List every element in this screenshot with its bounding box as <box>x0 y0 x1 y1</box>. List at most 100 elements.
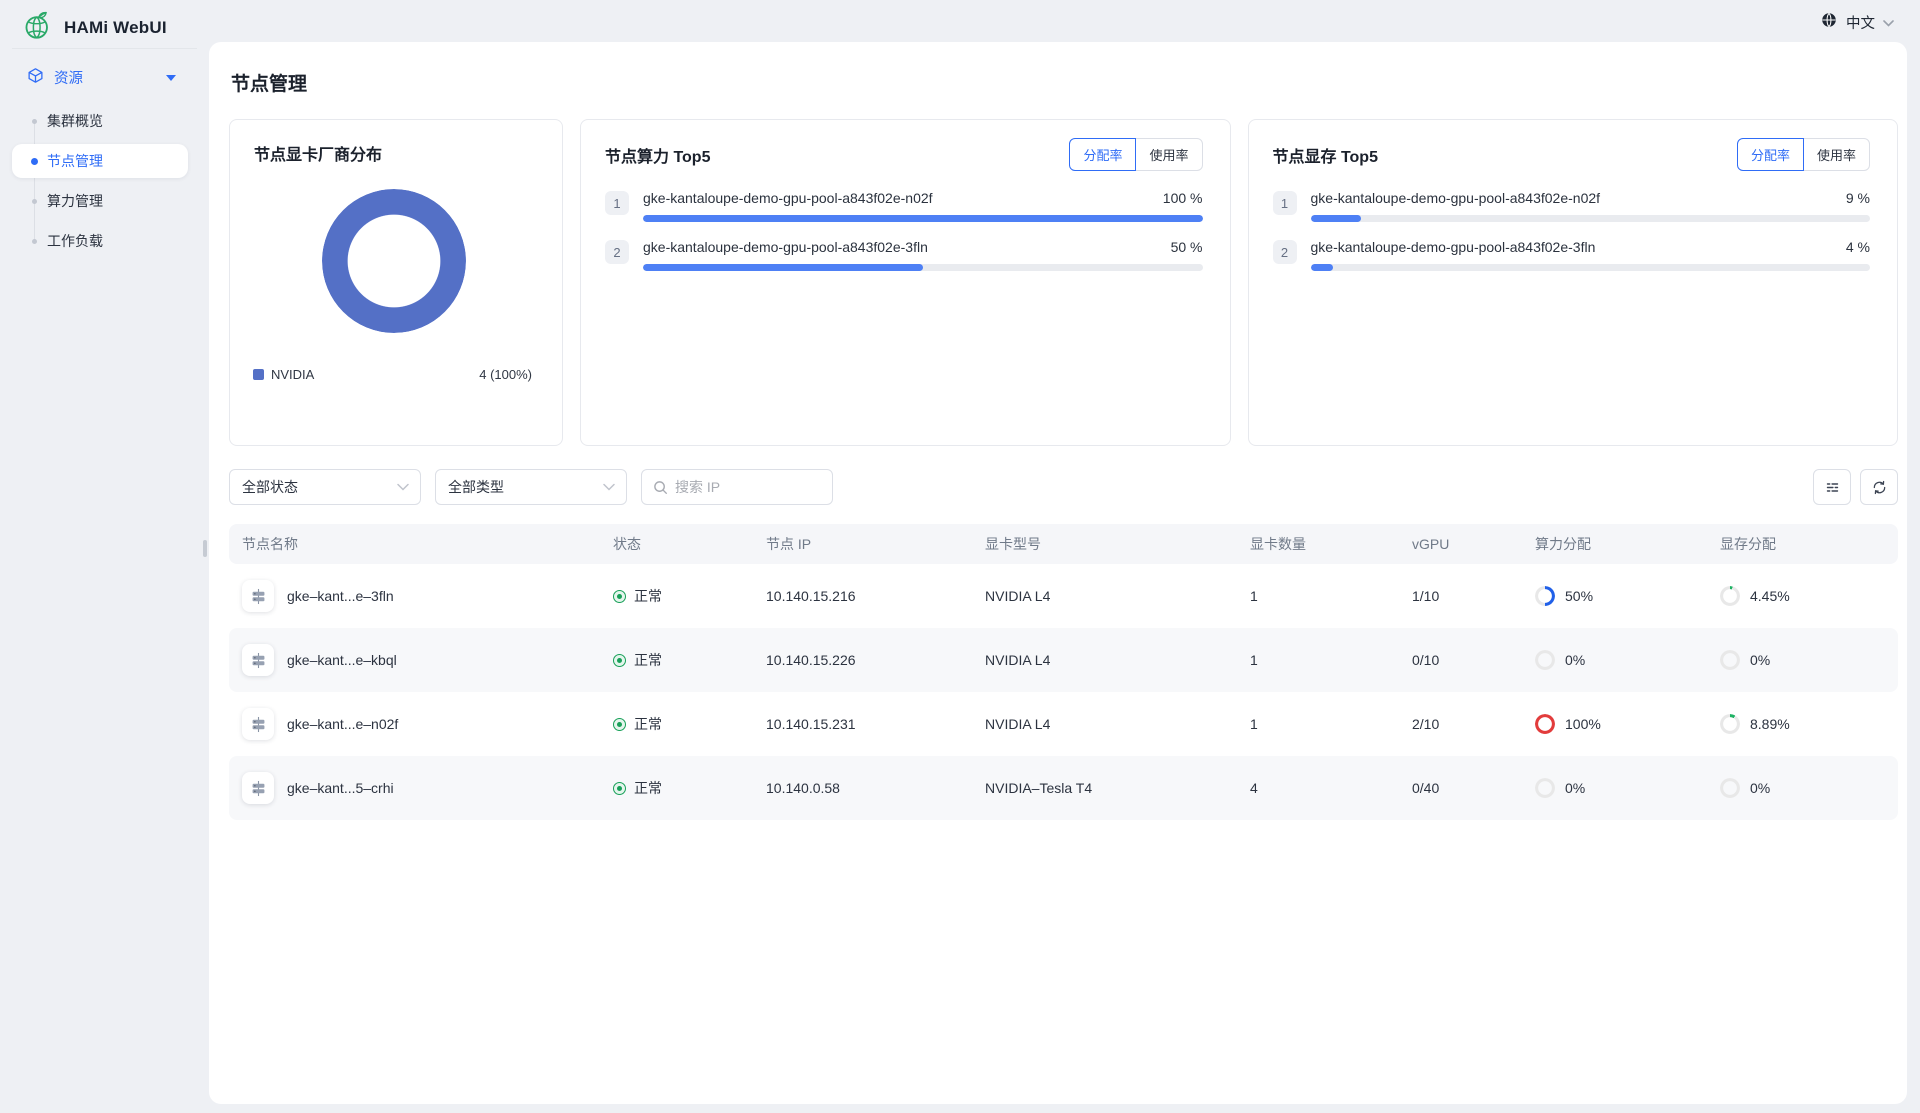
node-name: gke-kantaloupe-demo-gpu-pool-a843f02e-n0… <box>1311 190 1601 206</box>
status-select-value: 全部状态 <box>242 477 298 497</box>
memory-rate-toggle: 分配率 使用率 <box>1737 138 1870 171</box>
percent-value: 50 % <box>1171 239 1203 255</box>
page: { "theme": { "accent": "#2f6cf6", "succe… <box>0 0 1920 1113</box>
memory-ring-chart <box>1720 586 1740 606</box>
status-cell: 正常 <box>613 714 766 734</box>
sidebar-item-label: 算力管理 <box>47 191 103 211</box>
table-row[interactable]: gke–kant...e–kbql 正常 10.140.15.226 NVIDI… <box>229 628 1898 692</box>
sidebar-item-workloads[interactable]: 工作负载 <box>0 221 209 261</box>
column-header: 显存分配 <box>1720 534 1898 554</box>
sidebar-tree: 集群概览 节点管理 算力管理 工作负载 <box>0 101 209 261</box>
legend-item-nvidia[interactable]: NVIDIA 4 (100%) <box>248 367 540 382</box>
sidebar-group-label: 资源 <box>54 67 83 88</box>
language-label: 中文 <box>1846 12 1875 33</box>
status-badge: 正常 <box>634 650 662 670</box>
language-switcher[interactable]: 中文 <box>1820 11 1894 34</box>
legend-value: 4 (100%) <box>479 367 532 382</box>
gpu-count: 1 <box>1250 652 1412 668</box>
column-header: 显卡型号 <box>985 534 1250 554</box>
status-select[interactable]: 全部状态 <box>229 469 421 505</box>
sidebar-divider <box>12 48 197 49</box>
top5-item: 2 gke-kantaloupe-demo-gpu-pool-a843f02e-… <box>605 239 1203 271</box>
chevron-down-icon <box>603 483 615 491</box>
top5-item: 2 gke-kantaloupe-demo-gpu-pool-a843f02e-… <box>1273 239 1871 271</box>
gpu-count: 4 <box>1250 780 1412 796</box>
compute-allocation-cell: 50% <box>1535 586 1720 606</box>
allocation-rate-button[interactable]: 分配率 <box>1737 138 1804 171</box>
ip-search-box <box>641 469 833 505</box>
node-name: gke–kant...5–crhi <box>287 780 394 796</box>
column-settings-icon <box>1824 479 1841 496</box>
progress-bar-fill <box>1311 264 1333 271</box>
column-header: 算力分配 <box>1535 534 1720 554</box>
type-select[interactable]: 全部类型 <box>435 469 627 505</box>
sidebar-item-compute-management[interactable]: 算力管理 <box>0 181 209 221</box>
status-healthy-icon <box>613 654 626 667</box>
vendor-donut-chart <box>322 189 466 333</box>
tree-dot <box>32 119 37 124</box>
compute-allocation-cell: 100% <box>1535 714 1720 734</box>
usage-rate-button[interactable]: 使用率 <box>1803 138 1870 171</box>
memory-allocation-value: 0% <box>1750 652 1770 668</box>
ip-search-input[interactable] <box>675 479 805 495</box>
vgpu-ratio: 2/10 <box>1412 716 1535 732</box>
vgpu-ratio: 0/40 <box>1412 780 1535 796</box>
column-header: vGPU <box>1412 536 1535 552</box>
table-row[interactable]: gke–kant...e–n02f 正常 10.140.15.231 NVIDI… <box>229 692 1898 756</box>
progress-bar-fill <box>643 264 923 271</box>
node-name: gke-kantaloupe-demo-gpu-pool-a843f02e-n0… <box>643 190 933 206</box>
refresh-button[interactable] <box>1860 469 1898 505</box>
memory-ring-chart <box>1720 714 1740 734</box>
gpu-model: NVIDIA–Tesla T4 <box>985 780 1250 796</box>
main-panel: 节点管理 节点显卡厂商分布 NVIDIA 4 (100%) 节点算力 Top5 … <box>209 42 1907 1104</box>
sidebar-item-node-management[interactable]: 节点管理 <box>0 141 209 181</box>
sidebar-item-cluster-overview[interactable]: 集群概览 <box>0 101 209 141</box>
table-header: 节点名称 状态 节点 IP 显卡型号 显卡数量 vGPU 算力分配 显存分配 <box>229 524 1898 564</box>
column-header: 节点 IP <box>766 534 985 554</box>
compute-ring-chart <box>1535 650 1555 670</box>
node-name-cell: gke–kant...e–kbql <box>229 644 613 676</box>
rank-badge: 1 <box>605 191 629 215</box>
hami-logo-icon <box>22 9 53 46</box>
node-ip: 10.140.0.58 <box>766 780 985 796</box>
compute-allocation-cell: 0% <box>1535 650 1720 670</box>
rank-badge: 2 <box>605 240 629 264</box>
status-badge: 正常 <box>634 778 662 798</box>
progress-bar <box>1311 215 1871 222</box>
node-name-cell: gke–kant...5–crhi <box>229 772 613 804</box>
tree-dot <box>31 158 38 165</box>
node-name: gke–kant...e–kbql <box>287 652 397 668</box>
sidebar-group-resources[interactable]: 资源 <box>0 59 209 95</box>
compute-allocation-value: 50% <box>1565 588 1593 604</box>
allocation-rate-button[interactable]: 分配率 <box>1069 138 1136 171</box>
card-title: 节点显存 Top5 <box>1273 143 1378 167</box>
status-badge: 正常 <box>634 586 662 606</box>
percent-value: 100 % <box>1163 190 1203 206</box>
node-icon <box>242 708 274 740</box>
node-name-cell: gke–kant...e–3fln <box>229 580 613 612</box>
brand-home-link[interactable]: HAMi WebUI <box>22 9 167 46</box>
usage-rate-button[interactable]: 使用率 <box>1135 138 1202 171</box>
legend-label: NVIDIA <box>271 367 314 382</box>
node-icon <box>242 772 274 804</box>
memory-allocation-value: 0% <box>1750 780 1770 796</box>
progress-bar-fill <box>643 215 1203 222</box>
memory-allocation-value: 4.45% <box>1750 588 1790 604</box>
node-name-cell: gke–kant...e–n02f <box>229 708 613 740</box>
card-title: 节点算力 Top5 <box>605 143 710 167</box>
page-title: 节点管理 <box>231 69 1898 96</box>
chevron-down-icon <box>1883 14 1894 32</box>
gpu-model: NVIDIA L4 <box>985 652 1250 668</box>
table-row[interactable]: gke–kant...e–3fln 正常 10.140.15.216 NVIDI… <box>229 564 1898 628</box>
node-name: gke–kant...e–n02f <box>287 716 398 732</box>
compute-allocation-value: 100% <box>1565 716 1601 732</box>
column-settings-button[interactable] <box>1813 469 1851 505</box>
column-header: 节点名称 <box>229 534 613 554</box>
status-cell: 正常 <box>613 778 766 798</box>
top5-item: 1 gke-kantaloupe-demo-gpu-pool-a843f02e-… <box>1273 190 1871 222</box>
status-cell: 正常 <box>613 586 766 606</box>
table-row[interactable]: gke–kant...5–crhi 正常 10.140.0.58 NVIDIA–… <box>229 756 1898 820</box>
status-healthy-icon <box>613 718 626 731</box>
gpu-model: NVIDIA L4 <box>985 716 1250 732</box>
sidebar-resize-handle[interactable] <box>203 540 207 557</box>
